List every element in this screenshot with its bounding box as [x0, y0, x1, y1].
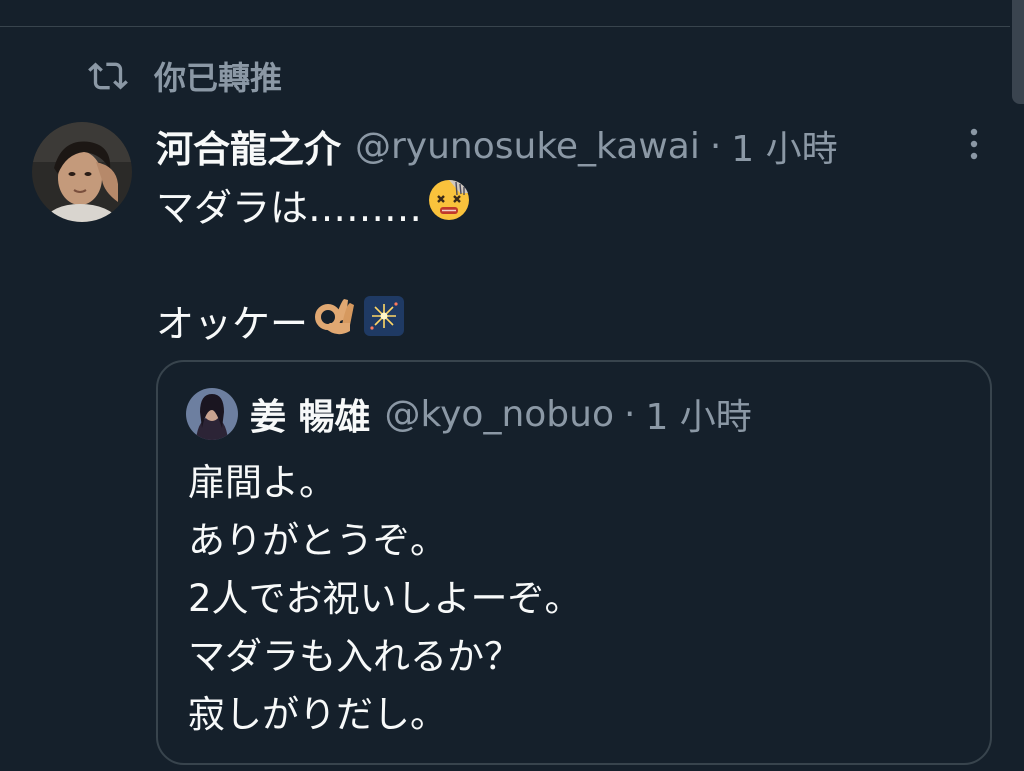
quote-text-line: 2人でお祝いしよーぞ。	[188, 577, 582, 620]
quote-text-line: 扉間よ。	[188, 461, 336, 504]
author-handle[interactable]: @ryunosuke_kawai	[355, 126, 700, 167]
divider	[0, 26, 1010, 27]
quote-header: 姜 暢雄 @kyo_nobuo · 1 小時	[250, 388, 752, 440]
more-vertical-icon	[970, 128, 978, 160]
tweet-screen: 你已轉推 河合龍之介 @ryunosuke_kawai · 1 小時 マダラは……	[0, 0, 1024, 771]
quote-timestamp[interactable]: 1 小時	[645, 388, 751, 440]
quote-author-avatar[interactable]	[186, 388, 238, 440]
scrollbar[interactable]	[1012, 0, 1024, 104]
tweet-text: オッケー	[156, 301, 309, 346]
quote-text: 扉間よ。 ありがとうぞ。 2人でお祝いしよーぞ。 マダラも入れるか？ 寂しがりだ…	[188, 454, 582, 744]
retweet-indicator: 你已轉推	[88, 54, 282, 98]
quoted-tweet-card[interactable]: 姜 暢雄 @kyo_nobuo · 1 小時 扉間よ。 ありがとうぞ。 2人でお…	[156, 360, 992, 765]
author-display-name[interactable]: 河合龍之介	[156, 119, 341, 173]
author-avatar[interactable]	[32, 122, 132, 222]
tweet-text: マダラは………	[156, 185, 423, 230]
quote-text-line: マダラも入れるか？	[188, 635, 521, 678]
tweet-header: 河合龍之介 @ryunosuke_kawai · 1 小時	[156, 120, 838, 172]
tweet-timestamp[interactable]: 1 小時	[731, 120, 837, 172]
quote-text-line: ありがとうぞ。	[188, 519, 447, 562]
meta-separator: ·	[709, 125, 722, 167]
quote-text-line: 寂しがりだし。	[188, 693, 447, 736]
tweet-text-line: オッケー	[156, 294, 406, 346]
quote-author-display-name[interactable]: 姜 暢雄	[250, 388, 371, 440]
dizzy-face-emoji	[426, 177, 472, 232]
tweet-text-line: マダラは………	[156, 178, 472, 230]
more-button[interactable]	[962, 124, 986, 164]
sparkler-emoji	[362, 294, 406, 347]
retweet-label: 你已轉推	[154, 59, 283, 97]
ok-hand-emoji	[312, 293, 358, 348]
quote-author-handle[interactable]: @kyo_nobuo	[385, 394, 614, 435]
retweet-icon	[88, 62, 128, 90]
meta-separator: ·	[623, 393, 636, 435]
